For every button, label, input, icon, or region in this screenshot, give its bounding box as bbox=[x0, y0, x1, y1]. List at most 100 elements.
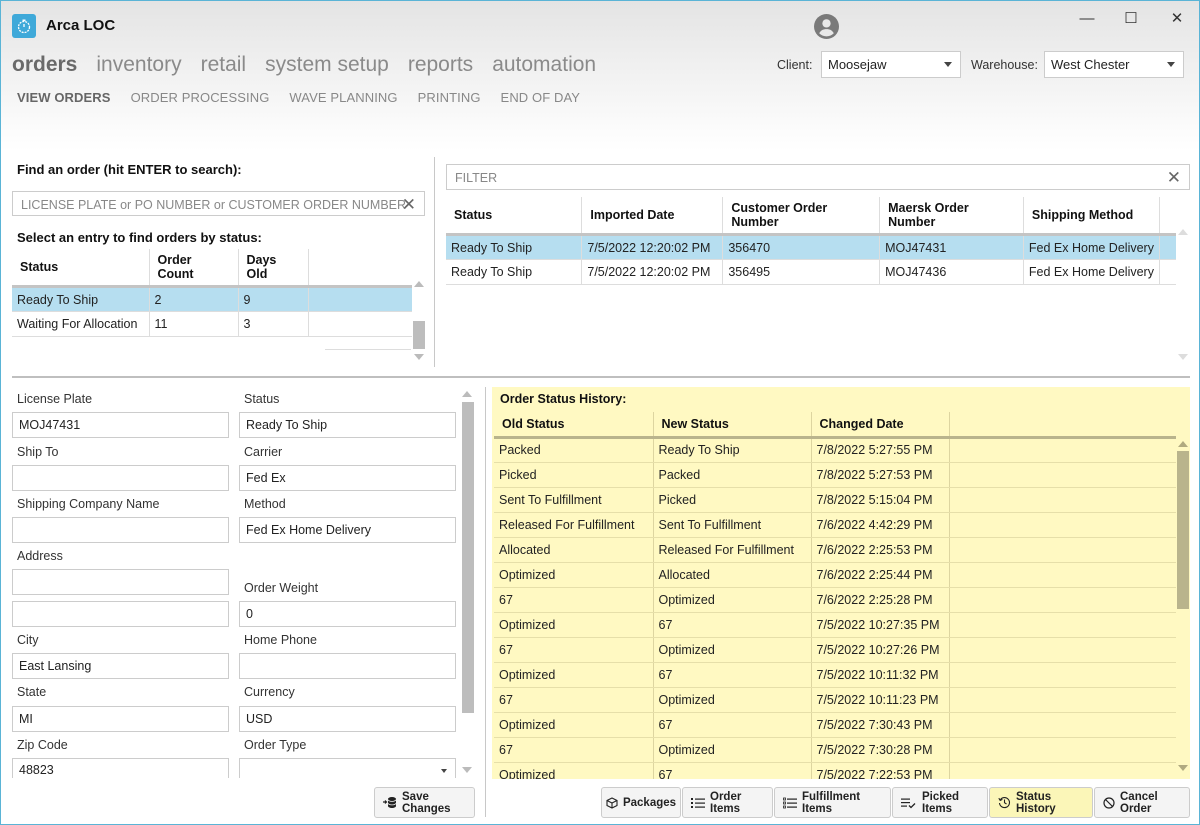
subnav-order-processing[interactable]: ORDER PROCESSING bbox=[131, 90, 270, 105]
status-field[interactable]: Ready To Ship bbox=[239, 412, 456, 438]
column-header-changed-date[interactable]: Changed Date bbox=[811, 412, 950, 439]
table-row[interactable]: 67 Optimized 7/5/2022 10:11:23 PM bbox=[494, 687, 1176, 713]
horizontal-splitter[interactable] bbox=[12, 376, 1190, 378]
table-row[interactable]: Packed Ready To Ship 7/8/2022 5:27:55 PM bbox=[494, 437, 1176, 463]
picked-items-button[interactable]: Picked Items bbox=[892, 787, 988, 818]
cell-changed-date: 7/8/2022 5:15:04 PM bbox=[811, 487, 950, 513]
shipping-company-label: Shipping Company Name bbox=[17, 497, 160, 511]
order-items-button[interactable]: Order Items bbox=[682, 787, 773, 818]
cell-old-status: 67 bbox=[494, 737, 654, 763]
scroll-up-icon[interactable] bbox=[414, 281, 424, 287]
subnav-wave-planning[interactable]: WAVE PLANNING bbox=[289, 90, 397, 105]
pane-divider bbox=[434, 157, 435, 367]
cell-new-status: Picked bbox=[653, 487, 812, 513]
nav-inventory[interactable]: inventory bbox=[96, 53, 181, 77]
city-field[interactable]: East Lansing bbox=[12, 653, 229, 679]
cell-old-status: Optimized bbox=[494, 562, 654, 588]
save-changes-button[interactable]: Save Changes bbox=[374, 787, 475, 818]
subnav-printing[interactable]: PRINTING bbox=[418, 90, 481, 105]
clear-search-icon[interactable]: ✕ bbox=[402, 195, 416, 215]
carrier-field[interactable]: Fed Ex bbox=[239, 465, 456, 491]
cell-new-status: 67 bbox=[653, 762, 812, 779]
table-row[interactable]: Optimized 67 7/5/2022 7:30:43 PM bbox=[494, 712, 1176, 738]
filter-input[interactable]: FILTER ✕ bbox=[446, 164, 1190, 190]
nav-retail[interactable]: retail bbox=[201, 53, 247, 77]
maximize-button[interactable]: ☐ bbox=[1117, 7, 1145, 29]
user-account-icon[interactable] bbox=[814, 14, 839, 39]
column-header-days-old[interactable]: Days Old bbox=[238, 249, 309, 288]
fulfillment-items-label: Fulfillment Items bbox=[802, 790, 861, 815]
column-header-customer-order-number[interactable]: Customer Order Number bbox=[722, 197, 881, 236]
column-header-order-count[interactable]: Order Count bbox=[149, 249, 239, 288]
subnav-end-of-day[interactable]: END OF DAY bbox=[501, 90, 581, 105]
table-row[interactable]: Optimized Allocated 7/6/2022 2:25:44 PM bbox=[494, 562, 1176, 588]
scroll-down-icon[interactable] bbox=[462, 767, 472, 773]
cancel-order-button[interactable]: Cancel Order bbox=[1094, 787, 1190, 818]
order-search-input[interactable]: LICENSE PLATE or PO NUMBER or CUSTOMER O… bbox=[12, 191, 425, 216]
address-line2-field[interactable] bbox=[12, 601, 229, 627]
scroll-up-icon[interactable] bbox=[1178, 229, 1188, 235]
column-header-maersk-order-number[interactable]: Maersk Order Number bbox=[879, 197, 1024, 236]
status-history-button[interactable]: Status History bbox=[989, 787, 1093, 818]
column-header-status[interactable]: Status bbox=[446, 197, 583, 236]
cancel-order-label: Cancel Order bbox=[1120, 790, 1158, 815]
table-row[interactable]: Ready To Ship 2 9 bbox=[12, 286, 412, 312]
subnav-view-orders[interactable]: VIEW ORDERS bbox=[17, 90, 111, 105]
column-header-old-status[interactable]: Old Status bbox=[494, 412, 654, 439]
table-row[interactable]: Optimized 67 7/5/2022 7:22:53 PM bbox=[494, 762, 1176, 779]
currency-field[interactable]: USD bbox=[239, 706, 456, 732]
table-row[interactable]: 67 Optimized 7/5/2022 10:27:26 PM bbox=[494, 637, 1176, 663]
close-button[interactable]: ✕ bbox=[1163, 7, 1191, 29]
table-row[interactable]: Waiting For Allocation 11 3 bbox=[12, 311, 412, 337]
column-header-new-status[interactable]: New Status bbox=[653, 412, 812, 439]
column-header-shipping-method[interactable]: Shipping Method bbox=[1023, 197, 1161, 236]
home-phone-field[interactable] bbox=[239, 653, 456, 679]
warehouse-select[interactable]: West Chester bbox=[1044, 51, 1184, 78]
scroll-down-icon[interactable] bbox=[1178, 765, 1188, 771]
table-row[interactable]: Allocated Released For Fulfillment 7/6/202… bbox=[494, 537, 1176, 563]
table-row[interactable]: 67 Optimized 7/6/2022 2:25:28 PM bbox=[494, 587, 1176, 613]
cell-new-status: Released For Fulfillment bbox=[653, 537, 812, 563]
packages-button[interactable]: Packages bbox=[601, 787, 681, 818]
clear-filter-icon[interactable]: ✕ bbox=[1167, 168, 1181, 188]
shipping-company-field[interactable] bbox=[12, 517, 229, 543]
column-header-imported-date[interactable]: Imported Date bbox=[581, 197, 724, 236]
order-type-select[interactable] bbox=[239, 758, 456, 778]
client-value: Moosejaw bbox=[828, 57, 887, 72]
table-row[interactable]: Released For Fulfillment Sent To Fulfillm… bbox=[494, 512, 1176, 538]
table-row[interactable]: Optimized 67 7/5/2022 10:27:35 PM bbox=[494, 612, 1176, 638]
scroll-down-icon[interactable] bbox=[414, 354, 424, 360]
table-row[interactable]: Picked Packed 7/8/2022 5:27:53 PM bbox=[494, 462, 1176, 488]
table-row[interactable]: Optimized 67 7/5/2022 10:11:32 PM bbox=[494, 662, 1176, 688]
packages-label: Packages bbox=[622, 796, 677, 809]
scrollbar-thumb[interactable] bbox=[413, 321, 425, 349]
picked-items-label: Picked Items bbox=[922, 790, 960, 815]
table-row[interactable]: Sent To Fulfillment Picked 7/8/2022 5:15:0… bbox=[494, 487, 1176, 513]
scroll-up-icon[interactable] bbox=[462, 391, 472, 397]
fulfillment-items-button[interactable]: Fulfillment Items bbox=[774, 787, 891, 818]
nav-reports[interactable]: reports bbox=[408, 53, 473, 77]
state-field[interactable]: MI bbox=[12, 706, 229, 732]
cell-filler bbox=[949, 537, 1176, 563]
minimize-button[interactable]: — bbox=[1073, 7, 1101, 29]
carrier-label: Carrier bbox=[244, 445, 283, 459]
cell-old-status: Optimized bbox=[494, 712, 654, 738]
ship-to-field[interactable] bbox=[12, 465, 229, 491]
order-weight-field[interactable]: 0 bbox=[239, 601, 456, 627]
zip-code-field[interactable]: 48823 bbox=[12, 758, 229, 778]
nav-orders[interactable]: orders bbox=[12, 53, 77, 77]
table-row[interactable]: Ready To Ship 7/5/2022 12:20:02 PM 35647… bbox=[446, 234, 1176, 260]
address-line1-field[interactable] bbox=[12, 569, 229, 595]
scroll-up-icon[interactable] bbox=[1178, 441, 1188, 447]
table-row[interactable]: Ready To Ship 7/5/2022 12:20:02 PM 35649… bbox=[446, 259, 1176, 285]
column-header-status[interactable]: Status bbox=[12, 249, 150, 288]
nav-automation[interactable]: automation bbox=[492, 53, 596, 77]
table-row[interactable]: 67 Optimized 7/5/2022 7:30:28 PM bbox=[494, 737, 1176, 763]
method-field[interactable]: Fed Ex Home Delivery bbox=[239, 517, 456, 543]
scrollbar-thumb[interactable] bbox=[1177, 451, 1189, 609]
nav-system-setup[interactable]: system setup bbox=[265, 53, 389, 77]
license-plate-field[interactable]: MOJ47431 bbox=[12, 412, 229, 438]
client-select[interactable]: Moosejaw bbox=[821, 51, 961, 78]
scroll-down-icon[interactable] bbox=[1178, 354, 1188, 360]
scrollbar-thumb[interactable] bbox=[462, 402, 474, 713]
